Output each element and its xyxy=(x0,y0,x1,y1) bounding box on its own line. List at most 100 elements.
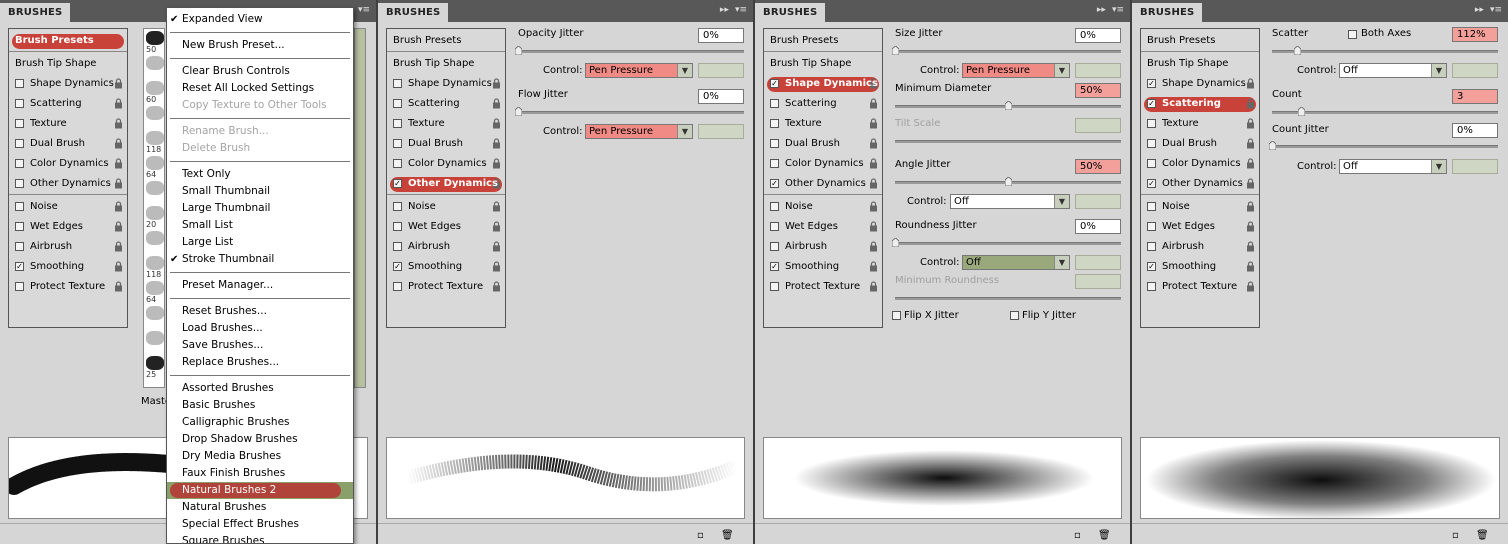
list-item-protect-texture[interactable]: Protect Texture xyxy=(387,278,505,296)
brush-thumbnail[interactable]: 20 xyxy=(146,206,164,229)
roundness-jitter-value[interactable]: 0% xyxy=(1075,219,1121,234)
lock-icon[interactable] xyxy=(492,241,501,252)
count-jitter-slider[interactable] xyxy=(1268,140,1498,151)
panel-tab-brushes[interactable]: BRUSHES xyxy=(1132,3,1203,22)
checkbox-airbrush[interactable] xyxy=(770,242,779,251)
list-item-dual-brush[interactable]: Dual Brush xyxy=(387,135,505,153)
lock-icon[interactable] xyxy=(492,138,501,149)
min-diameter-value[interactable]: 50% xyxy=(1075,83,1121,98)
panel-menu-icon[interactable]: ▾≡ xyxy=(735,5,747,15)
checkbox-dual-brush[interactable] xyxy=(15,139,24,148)
angle-control-select[interactable]: Off ▼ xyxy=(950,194,1070,209)
chevron-down-icon[interactable]: ▼ xyxy=(1054,195,1069,208)
count-control-select[interactable]: Off ▼ xyxy=(1339,159,1447,174)
lock-icon[interactable] xyxy=(1246,178,1255,189)
thumbnail-scrollbar[interactable] xyxy=(354,28,366,388)
checkbox-scattering[interactable] xyxy=(770,99,779,108)
new-brush-icon[interactable]: ▫ xyxy=(1074,530,1084,541)
brush-thumbnail[interactable] xyxy=(146,306,164,320)
list-item-airbrush[interactable]: Airbrush xyxy=(764,238,882,256)
angle-jitter-value[interactable]: 50% xyxy=(1075,159,1121,174)
checkbox-protect-texture[interactable] xyxy=(1147,282,1156,291)
list-item-scattering[interactable]: Scattering xyxy=(764,95,882,113)
chevron-down-icon[interactable]: ▼ xyxy=(1431,160,1446,173)
list-item-airbrush[interactable]: Airbrush xyxy=(1141,238,1259,256)
trash-icon[interactable]: 🗑 xyxy=(1476,530,1489,541)
lock-icon[interactable] xyxy=(1246,201,1255,212)
collapse-icon[interactable]: ▸▸ xyxy=(1097,5,1106,15)
opacity-jitter-slider[interactable] xyxy=(514,45,744,56)
slider-thumb[interactable] xyxy=(514,106,523,117)
menu-item-large-list[interactable]: Large List xyxy=(167,234,353,251)
menu-item-square-brushes[interactable]: Square Brushes xyxy=(167,533,353,543)
checkbox-other-dynamics[interactable] xyxy=(15,179,24,188)
lock-icon[interactable] xyxy=(1246,261,1255,272)
checkbox-color-dynamics[interactable] xyxy=(1147,159,1156,168)
lock-icon[interactable] xyxy=(114,178,123,189)
checkbox-other-dynamics[interactable]: ✓ xyxy=(1147,179,1156,188)
lock-icon[interactable] xyxy=(869,178,878,189)
list-item-color-dynamics[interactable]: Color Dynamics xyxy=(387,155,505,173)
size-jitter-slider[interactable] xyxy=(891,45,1121,56)
lock-icon[interactable] xyxy=(1246,138,1255,149)
checkbox-other-dynamics[interactable]: ✓ xyxy=(770,179,779,188)
list-item-brush-tip-shape[interactable]: Brush Tip Shape xyxy=(764,55,882,73)
list-item-brush-presets[interactable]: Brush Presets xyxy=(387,32,505,50)
list-item-airbrush[interactable]: Airbrush xyxy=(387,238,505,256)
brush-thumbnail[interactable]: 64 xyxy=(146,281,164,304)
new-brush-icon[interactable]: ▫ xyxy=(1452,530,1462,541)
chevron-down-icon[interactable]: ▼ xyxy=(677,125,692,138)
both-axes-checkbox[interactable] xyxy=(1348,30,1357,39)
checkbox-shape-dynamics[interactable] xyxy=(393,79,402,88)
slider-thumb[interactable] xyxy=(1293,45,1302,56)
menu-item-load-brushes[interactable]: Load Brushes... xyxy=(167,320,353,337)
checkbox-noise[interactable] xyxy=(393,202,402,211)
flow-control-select[interactable]: Pen Pressure ▼ xyxy=(585,124,693,139)
scatter-slider[interactable] xyxy=(1272,45,1498,56)
checkbox-texture[interactable] xyxy=(1147,119,1156,128)
lock-icon[interactable] xyxy=(114,98,123,109)
checkbox-airbrush[interactable] xyxy=(15,242,24,251)
lock-icon[interactable] xyxy=(869,138,878,149)
collapse-icon[interactable]: ▸▸ xyxy=(1475,5,1484,15)
brush-thumbnail[interactable]: 50 xyxy=(146,31,164,54)
list-item-texture[interactable]: Texture xyxy=(387,115,505,133)
chevron-down-icon[interactable]: ▼ xyxy=(1054,64,1069,77)
checkbox-smoothing[interactable]: ✓ xyxy=(1147,262,1156,271)
size-jitter-value[interactable]: 0% xyxy=(1075,28,1121,43)
lock-icon[interactable] xyxy=(492,201,501,212)
brush-thumbnail[interactable]: 118 xyxy=(146,256,164,279)
lock-icon[interactable] xyxy=(114,158,123,169)
checkbox-protect-texture[interactable] xyxy=(393,282,402,291)
panel-tab-brushes[interactable]: BRUSHES xyxy=(755,3,826,22)
flip-x-checkbox[interactable] xyxy=(892,311,901,320)
menu-item-natural-brushes[interactable]: Natural Brushes xyxy=(167,499,353,516)
list-item-shape-dynamics[interactable]: Shape Dynamics xyxy=(387,75,505,93)
chevron-down-icon[interactable]: ▼ xyxy=(1431,64,1446,77)
brush-thumbnail[interactable] xyxy=(146,56,164,70)
menu-item-calligraphic-brushes[interactable]: Calligraphic Brushes xyxy=(167,414,353,431)
scatter-control-select[interactable]: Off ▼ xyxy=(1339,63,1447,78)
checkbox-shape-dynamics[interactable]: ✓ xyxy=(1147,79,1156,88)
checkbox-smoothing[interactable]: ✓ xyxy=(393,262,402,271)
checkbox-wet-edges[interactable] xyxy=(15,222,24,231)
list-item-noise[interactable]: Noise xyxy=(764,198,882,216)
list-item-scattering[interactable]: ✓ Scattering xyxy=(1141,95,1259,113)
checkbox-protect-texture[interactable] xyxy=(15,282,24,291)
menu-item-save-brushes[interactable]: Save Brushes... xyxy=(167,337,353,354)
list-item-brush-presets[interactable]: Brush Presets xyxy=(764,32,882,50)
list-item-other-dynamics[interactable]: Other Dynamics xyxy=(9,175,127,193)
list-item-scattering[interactable]: Scattering xyxy=(9,95,127,113)
checkbox-wet-edges[interactable] xyxy=(1147,222,1156,231)
panel-menu-icon[interactable]: ▾≡ xyxy=(358,5,370,15)
lock-icon[interactable] xyxy=(492,118,501,129)
lock-icon[interactable] xyxy=(492,281,501,292)
checkbox-color-dynamics[interactable] xyxy=(393,159,402,168)
count-jitter-value[interactable]: 0% xyxy=(1452,123,1498,138)
scatter-value[interactable]: 112% xyxy=(1452,27,1498,42)
chevron-down-icon[interactable]: ▼ xyxy=(1054,256,1069,269)
flow-jitter-value[interactable]: 0% xyxy=(698,89,744,104)
angle-jitter-slider[interactable] xyxy=(895,176,1121,187)
list-item-noise[interactable]: Noise xyxy=(387,198,505,216)
checkbox-smoothing[interactable]: ✓ xyxy=(15,262,24,271)
